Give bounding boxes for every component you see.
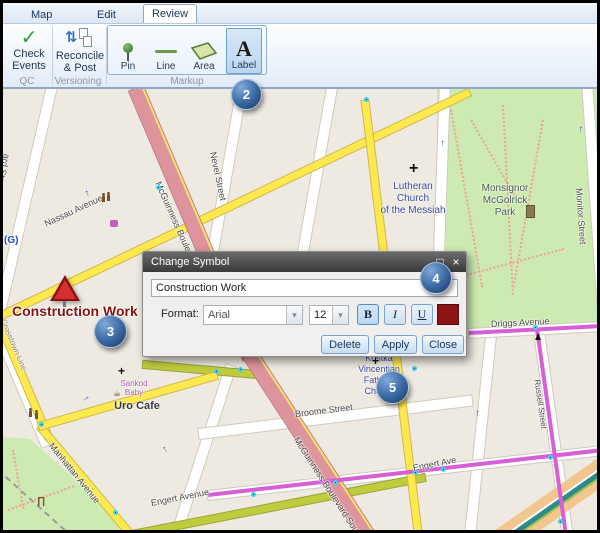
callout-badge-3: 3 [94, 315, 127, 348]
junction-node[interactable] [364, 97, 369, 102]
tab-edit[interactable]: Edit [89, 6, 124, 24]
font-family-value: Arial [208, 309, 230, 321]
label-icon: A [236, 38, 252, 60]
line-icon [155, 50, 177, 53]
tab-review[interactable]: Review [143, 4, 197, 23]
junction-node[interactable] [412, 366, 417, 371]
junction-node[interactable] [39, 422, 44, 427]
check-events-label2: Events [12, 60, 46, 72]
app-window: Map Edit Review ✓ Check Events QC ⇅ Reco… [0, 0, 600, 533]
reconcile-post-button[interactable]: ⇅ Reconcile & Post [55, 28, 105, 74]
junction-node[interactable] [548, 455, 553, 460]
markup-group-box: Pin Line Area A Label [107, 25, 267, 75]
tree-icon [35, 413, 38, 419]
check-events-label1: Check [13, 48, 44, 60]
road [455, 335, 496, 530]
font-size-select[interactable]: 12 ▾ [309, 305, 349, 325]
tree-icon [107, 195, 110, 201]
oneway-arrow-icon: ↑ [83, 188, 91, 199]
street-label: Nassau Avenue [43, 193, 104, 229]
area-tool-button[interactable]: Area [186, 28, 222, 74]
shop-icon [110, 220, 118, 227]
oneway-arrow-icon: ↑ [161, 444, 170, 455]
close-icon[interactable]: × [448, 252, 464, 272]
road-engert [100, 474, 425, 530]
italic-button[interactable]: I [384, 304, 406, 325]
callout-badge-5: 5 [376, 371, 409, 404]
line-tool-button[interactable]: Line [148, 28, 184, 74]
playground-icon: ∏ [37, 497, 45, 507]
delete-button[interactable]: Delete [321, 335, 369, 354]
reconcile-label1: Reconcile [56, 50, 104, 62]
area-tool-label: Area [193, 61, 214, 72]
change-symbol-dialog: Change Symbol □ × Format: Arial ▾ 12 ▾ B… [142, 251, 467, 357]
reconcile-label2: & Post [64, 62, 96, 74]
route-engert [208, 448, 597, 497]
font-family-select[interactable]: Arial ▾ [203, 305, 303, 325]
street-label: ard Street [3, 153, 12, 194]
label-tool-button[interactable]: A Label [226, 28, 262, 74]
tree-icon [102, 196, 105, 202]
junction-node[interactable] [251, 492, 256, 497]
oneway-arrow-icon: ↑ [440, 139, 445, 149]
oneway-arrow-icon: ↑ [80, 394, 91, 404]
junction-node[interactable] [413, 470, 418, 475]
close-button[interactable]: Close [422, 335, 464, 354]
junction-node[interactable] [558, 519, 563, 524]
callout-badge-4: 4 [420, 262, 452, 294]
subway-station-label: (G) [4, 235, 18, 246]
font-size-value: 12 [314, 309, 326, 321]
document-icon [83, 36, 92, 47]
oneway-arrow-icon: ↑ [475, 409, 480, 419]
pin-tool-label: Pin [121, 61, 135, 72]
group-label-qc: QC [3, 76, 51, 87]
monument-icon [526, 205, 535, 218]
junction-node[interactable] [214, 369, 219, 374]
dialog-titlebar[interactable]: Change Symbol [143, 252, 466, 272]
format-label: Format: [161, 308, 199, 320]
construction-marker-icon-inner [54, 280, 76, 299]
ribbon: ✓ Check Events QC ⇅ Reconcile & Post Ver… [3, 24, 597, 87]
cafe-cup-icon: ☕ [113, 389, 121, 398]
pin-icon [123, 43, 133, 53]
pin-icon-stem [127, 53, 129, 61]
check-icon: ✓ [21, 28, 38, 48]
junction-node[interactable] [238, 367, 243, 372]
label-tool-label: Label [232, 60, 256, 71]
poi-lutheran-church: LutheranChurchof the Messiah [358, 181, 468, 217]
junction-node[interactable] [156, 185, 161, 190]
church-cross-icon: + [118, 365, 125, 377]
poi-uro-cafe: Uro Cafe [107, 400, 167, 412]
bold-button[interactable]: B [357, 304, 379, 325]
symbol-text-input[interactable] [151, 279, 458, 297]
ribbon-tabstrip: Map Edit Review [3, 3, 597, 24]
line-tool-label: Line [157, 61, 176, 72]
junction-node[interactable] [333, 480, 338, 485]
area-icon [190, 41, 218, 61]
road [198, 396, 472, 439]
underline-button[interactable]: U [411, 304, 433, 325]
color-swatch[interactable] [437, 304, 459, 325]
group-label-versioning: Versioning [51, 76, 105, 87]
callout-badge-2: 2 [231, 79, 262, 110]
pin-tool-button[interactable]: Pin [110, 28, 146, 74]
junction-node[interactable] [533, 325, 538, 330]
apply-button[interactable]: Apply [374, 335, 417, 354]
church-cross-icon: + [409, 161, 418, 177]
reconcile-icon: ⇅ [65, 28, 95, 50]
check-events-button[interactable]: ✓ Check Events [9, 28, 49, 72]
tab-map[interactable]: Map [23, 6, 60, 24]
tree-icon [29, 411, 32, 417]
junction-node[interactable] [113, 510, 118, 515]
chevron-down-icon[interactable]: ▾ [286, 306, 302, 324]
junction-node[interactable] [441, 467, 446, 472]
road [296, 89, 338, 265]
statue-icon: ♟ [534, 333, 542, 342]
chevron-down-icon[interactable]: ▾ [332, 306, 348, 324]
